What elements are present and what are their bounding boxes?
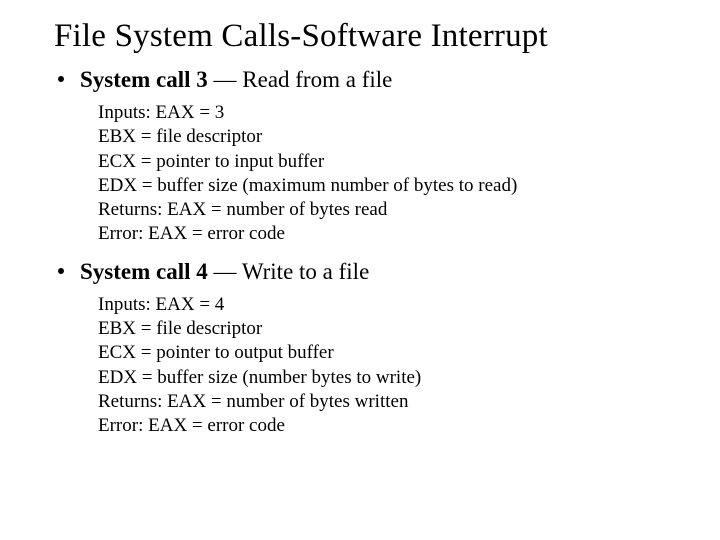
- list-item: System call 3 — Read from a file: [50, 65, 680, 95]
- detail-line: EBX = file descriptor: [98, 317, 680, 341]
- item-heading-bold: System call 3: [80, 67, 208, 92]
- detail-line: EBX = file descriptor: [98, 125, 680, 149]
- slide: File System Calls-Software Interrupt Sys…: [0, 0, 720, 540]
- content-list: System call 3 — Read from a file Inputs:…: [40, 65, 680, 439]
- detail-line: EDX = buffer size (maximum number of byt…: [98, 174, 680, 198]
- item-details: Inputs: EAX = 3 EBX = file descriptor EC…: [98, 101, 680, 247]
- item-heading-rest: — Read from a file: [208, 67, 393, 92]
- detail-line: Inputs: EAX = 3: [98, 101, 680, 125]
- detail-line: Inputs: EAX = 4: [98, 293, 680, 317]
- detail-line: Error: EAX = error code: [98, 222, 680, 246]
- item-heading-rest: — Write to a file: [208, 259, 370, 284]
- detail-line: Returns: EAX = number of bytes read: [98, 198, 680, 222]
- item-heading-bold: System call 4: [80, 259, 208, 284]
- detail-line: ECX = pointer to input buffer: [98, 150, 680, 174]
- item-details: Inputs: EAX = 4 EBX = file descriptor EC…: [98, 293, 680, 439]
- detail-line: Returns: EAX = number of bytes written: [98, 390, 680, 414]
- detail-line: ECX = pointer to output buffer: [98, 341, 680, 365]
- list-item: System call 4 — Write to a file: [50, 257, 680, 287]
- detail-line: Error: EAX = error code: [98, 414, 680, 438]
- detail-line: EDX = buffer size (number bytes to write…: [98, 366, 680, 390]
- slide-title: File System Calls-Software Interrupt: [54, 18, 680, 55]
